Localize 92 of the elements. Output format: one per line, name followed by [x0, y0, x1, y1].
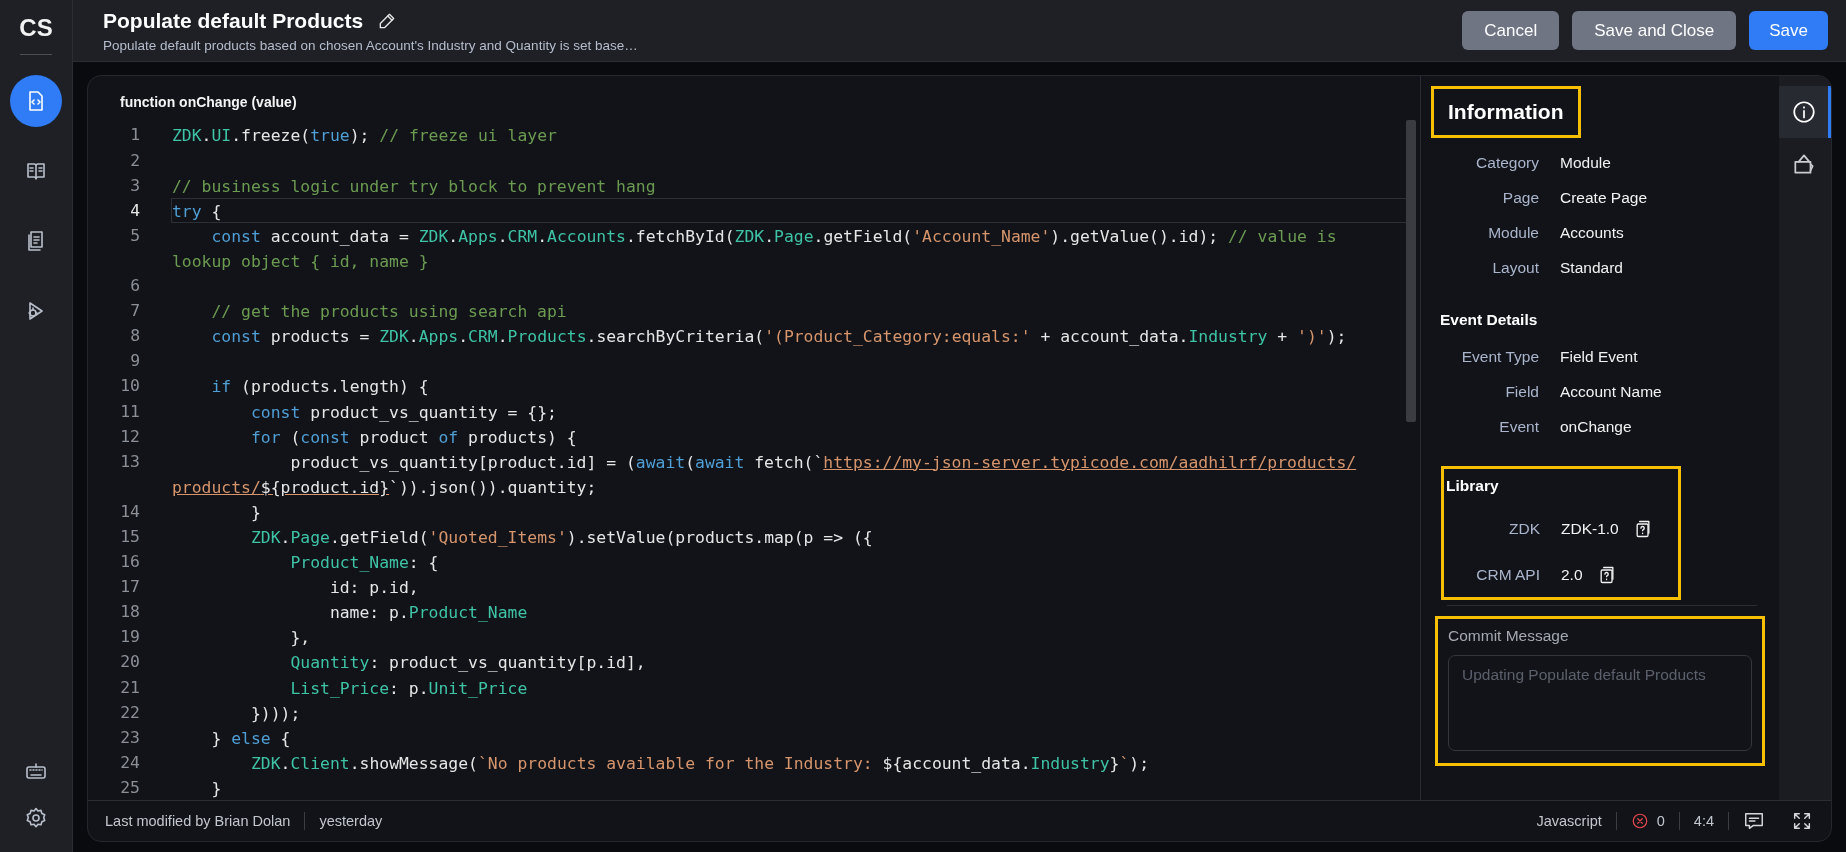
field-value: Create Page [1560, 189, 1648, 207]
field-value: Standard [1560, 259, 1623, 277]
code-line: products/${product.id}`)).json()).quantity; [171, 476, 598, 499]
save-button[interactable]: Save [1749, 11, 1828, 50]
line-number: 15 [119, 525, 140, 548]
field-label: Field [1504, 383, 1539, 401]
field-value: Account Name [1560, 383, 1662, 401]
line-number: 16 [119, 551, 140, 574]
side-tab[interactable] [1779, 86, 1831, 138]
field-label: Category [1475, 154, 1539, 172]
code-line: product_vs_quantity[product.id] = (await(await fetch(`https://my-json-server.typicode.com/aadhilrf/products/ [289, 451, 1358, 474]
code-line: Quantity: product_vs_quantity[p.id], [289, 652, 647, 675]
section-title: Event Details [1440, 311, 1539, 329]
page-description: Populate default products based on chosen Account's Industry and Quantity is set base… [103, 37, 639, 53]
line-number: 4 [129, 199, 140, 222]
code-line: ZDK.Page.getField('Quoted_Items').setValue(products.map(p => ({ [249, 526, 874, 549]
line-number: 22 [119, 701, 140, 724]
line-number: 2 [129, 149, 140, 172]
line-number: 17 [119, 576, 140, 599]
comment-icon[interactable] [1743, 810, 1765, 832]
line-number: 8 [129, 325, 140, 348]
field-label: Module [1487, 224, 1539, 242]
line-number: 18 [119, 601, 140, 624]
library-version: 2.0 [1561, 566, 1583, 584]
line-number: 23 [119, 726, 140, 749]
field-label: Event Type [1460, 348, 1539, 366]
code-line: List_Price: p.Unit_Price [289, 677, 529, 700]
code-line: Product_Name: { [289, 552, 440, 575]
code-line: name: p.Product_Name [328, 602, 529, 625]
secondary-button[interactable]: Save and Close [1572, 11, 1737, 50]
language-label[interactable]: Javascript [1536, 813, 1602, 829]
code-line: ZDK.Client.showMessage(`No products available for the Industry: ${account_data.Industry}`); [249, 752, 1151, 775]
code-line: const products = ZDK.Apps.CRM.Products.searchByCriteria('(Product_Category:equals:' + account_data.Industry + ')'); [210, 326, 1348, 349]
commit-label: Commit Message [1448, 627, 1570, 645]
modified-time: yesterday [319, 813, 383, 829]
field-value: Field Event [1560, 348, 1638, 366]
line-number: 10 [119, 375, 140, 398]
code-line: for (const product of products) { [249, 426, 578, 449]
line-number: 6 [129, 275, 140, 298]
line-number: 1 [129, 124, 140, 147]
nav-item[interactable] [10, 75, 62, 127]
line-number: 25 [119, 776, 140, 799]
line-number: 3 [129, 174, 140, 197]
error-icon [1630, 812, 1649, 830]
cursor-position: 4:4 [1693, 813, 1714, 829]
error-count: 0 [1656, 813, 1665, 829]
line-number: 9 [129, 350, 140, 373]
line-number: 21 [119, 676, 140, 699]
code-line: const account_data = ZDK.Apps.CRM.Accounts.fetchById(ZDK.Page.getField('Account_Name').getValue().id); // value is [210, 225, 1338, 248]
code-line: if (products.length) { [210, 376, 430, 399]
field-value: onChange [1560, 418, 1632, 436]
function-signature: function onChange (value) [119, 93, 298, 112]
library-version: ZDK-1.0 [1561, 520, 1619, 538]
line-number: 11 [119, 400, 140, 423]
code-line: } [249, 501, 262, 524]
field-label: Page [1501, 189, 1539, 207]
field-value: Accounts [1560, 224, 1624, 242]
code-line: ZDK.UI.freeze(true); // freeze ui layer [171, 125, 558, 148]
line-number: 7 [129, 300, 140, 323]
commit-message-field[interactable]: Updating Populate default Products [1448, 655, 1752, 751]
library-label: ZDK [1508, 520, 1540, 538]
code-line: // business logic under try block to prevent hang [171, 175, 657, 198]
line-number: 12 [119, 425, 140, 448]
section-title: Library [1445, 477, 1500, 495]
secondary-button[interactable]: Cancel [1462, 11, 1560, 50]
line-number: 20 [119, 651, 140, 674]
code-line: }))); [249, 702, 302, 725]
code-line: // get the products using search api [210, 301, 568, 324]
code-line: } else { [210, 727, 292, 750]
field-value: Module [1560, 154, 1611, 172]
code-line: try { [171, 197, 1408, 223]
page-title: Populate default Products [103, 8, 364, 33]
info-icon[interactable] [1790, 99, 1817, 125]
code-line: id: p.id, [328, 577, 420, 600]
line-number: 5 [129, 224, 140, 247]
line-number: 24 [119, 751, 140, 774]
scrollbar[interactable] [1406, 120, 1416, 422]
info-title: Information [1431, 86, 1581, 138]
line-number: 13 [119, 450, 140, 473]
code-line: lookup object { id, name } [171, 250, 430, 273]
modified-by: Last modified by Brian Dolan [105, 813, 291, 829]
settings-icon[interactable] [24, 806, 48, 830]
expand-icon[interactable] [1791, 810, 1813, 832]
app-logo[interactable]: CS [19, 0, 53, 54]
field-label: Event [1498, 418, 1539, 436]
line-number: 19 [119, 626, 140, 649]
code-line: const product_vs_quantity = {}; [249, 401, 558, 424]
library-label: CRM API [1475, 566, 1540, 584]
line-number: 14 [119, 500, 140, 523]
code-line: }, [289, 627, 312, 650]
field-label: Layout [1491, 259, 1539, 277]
code-line: } [210, 777, 223, 800]
